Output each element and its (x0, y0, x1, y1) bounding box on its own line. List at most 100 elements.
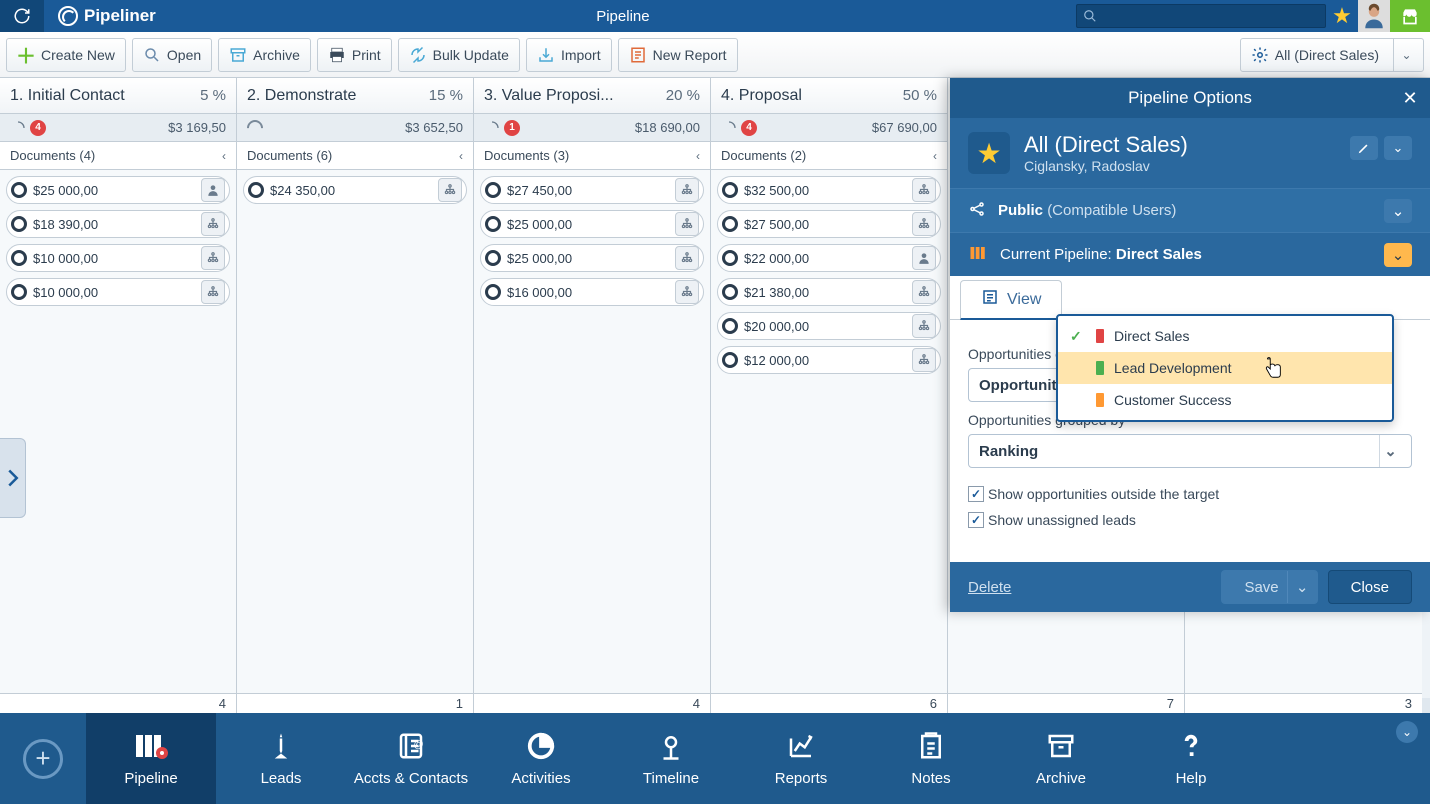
favorite-star-button[interactable]: ★ (1326, 0, 1358, 32)
nav-activities[interactable]: Activities (476, 713, 606, 804)
docs-label: Documents (6) (247, 148, 332, 163)
import-button[interactable]: Import (526, 38, 612, 72)
create-new-button[interactable]: ＋Create New (6, 38, 126, 72)
sync-button[interactable] (0, 0, 44, 32)
column-documents-toggle[interactable]: Documents (4)‹ (0, 142, 236, 170)
expand-nav-button[interactable]: ⌄ (1396, 721, 1418, 743)
app-logo-icon (58, 6, 78, 26)
search-input[interactable] (1097, 9, 1319, 24)
nav-timeline[interactable]: Timeline (606, 713, 736, 804)
opportunity-card[interactable]: $25 000,00 (480, 210, 704, 238)
status-dot-icon (248, 182, 264, 198)
add-button-container: + (0, 713, 86, 804)
opportunity-card[interactable]: $27 500,00 (717, 210, 941, 238)
visibility-dropdown[interactable]: ⌄ (1384, 199, 1412, 223)
pipeline-option[interactable]: ✓Direct Sales (1058, 320, 1392, 352)
column-subheader: 4$67 690,00 (711, 114, 947, 142)
card-amount: $10 000,00 (33, 251, 201, 266)
pipeline-option[interactable]: Lead Development (1058, 352, 1392, 384)
column-documents-toggle[interactable]: Documents (2)‹ (711, 142, 947, 170)
column-subheader: $3 652,50 (237, 114, 473, 142)
opportunity-card[interactable]: $25 000,00 (480, 244, 704, 272)
delete-link[interactable]: Delete (968, 579, 1011, 596)
profile-dropdown-button[interactable]: ⌄ (1384, 136, 1412, 160)
current-pipeline-dropdown[interactable]: ⌄ (1384, 243, 1412, 267)
tab-view[interactable]: View (960, 280, 1062, 320)
opportunity-card[interactable]: $10 000,00 (6, 244, 230, 272)
chevron-left-icon: ‹ (222, 149, 226, 163)
pipeline-column: 2. Demonstrate15 % $3 652,50 Documents (… (237, 78, 474, 713)
opportunity-card[interactable]: $12 000,00 (717, 346, 941, 374)
import-label: Import (561, 47, 601, 63)
edit-button[interactable] (1350, 136, 1378, 160)
card-amount: $32 500,00 (744, 183, 912, 198)
column-header[interactable]: 4. Proposal50 % (711, 78, 947, 114)
chevron-down-icon: ⌄ (1287, 571, 1317, 603)
status-dot-icon (485, 182, 501, 198)
search-box[interactable] (1076, 4, 1326, 28)
card-amount: $25 000,00 (507, 251, 675, 266)
current-pipeline-row[interactable]: Current Pipeline: Direct Sales ⌄ (950, 232, 1430, 276)
user-avatar[interactable] (1358, 0, 1390, 32)
save-button[interactable]: Save⌄ (1221, 570, 1317, 604)
gear-icon (1251, 46, 1269, 64)
add-button[interactable]: + (23, 739, 63, 779)
column-documents-toggle[interactable]: Documents (3)‹ (474, 142, 710, 170)
pipeline-option[interactable]: Customer Success (1058, 384, 1392, 416)
person-icon (201, 178, 225, 202)
column-count: 6 (711, 693, 947, 713)
opportunity-card[interactable]: $18 390,00 (6, 210, 230, 238)
column-header[interactable]: 2. Demonstrate15 % (237, 78, 473, 114)
filter-dropdown[interactable]: All (Direct Sales)⌄ (1240, 38, 1424, 72)
nav-help[interactable]: Help (1126, 713, 1256, 804)
column-header[interactable]: 1. Initial Contact5 % (0, 78, 236, 114)
show-outside-target-checkbox[interactable]: Show opportunities outside the target (968, 486, 1412, 502)
new-report-button[interactable]: New Report (618, 38, 738, 72)
main-toolbar: ＋Create New Open Archive Print Bulk Upda… (0, 32, 1430, 78)
option-label: Customer Success (1114, 392, 1231, 408)
column-documents-toggle[interactable]: Documents (6) ‹ (237, 142, 473, 170)
arc-icon (484, 120, 500, 136)
print-button[interactable]: Print (317, 38, 392, 72)
column-count: 3 (1185, 693, 1422, 713)
print-label: Print (352, 47, 381, 63)
opportunity-card[interactable]: $10 000,00 (6, 278, 230, 306)
chevron-down-icon: ⌄ (1393, 39, 1419, 71)
opportunity-card[interactable]: $27 450,00 (480, 176, 704, 204)
close-panel-button[interactable]: ✕ (1398, 86, 1422, 110)
visibility-row[interactable]: Public (Compatible Users) ⌄ (950, 188, 1430, 232)
expand-sidebar-tab[interactable] (0, 438, 26, 518)
arc-icon (721, 120, 737, 136)
nav-reports[interactable]: Reports (736, 713, 866, 804)
bulk-update-button[interactable]: Bulk Update (398, 38, 520, 72)
view-icon (981, 288, 999, 311)
store-button[interactable] (1390, 0, 1430, 32)
opportunity-card[interactable]: $32 500,00 (717, 176, 941, 204)
card-amount: $22 000,00 (744, 251, 912, 266)
opportunity-card[interactable]: $22 000,00 (717, 244, 941, 272)
opportunity-card[interactable]: $25 000,00 (6, 176, 230, 204)
nav-pipeline[interactable]: Pipeline (86, 713, 216, 804)
nav-archive[interactable]: Archive (996, 713, 1126, 804)
show-unassigned-checkbox[interactable]: Show unassigned leads (968, 512, 1412, 528)
nav-accts-contacts[interactable]: @Accts & Contacts (346, 713, 476, 804)
nav-icon (1046, 730, 1076, 762)
opportunity-card[interactable]: $20 000,00 (717, 312, 941, 340)
nav-notes[interactable]: Notes (866, 713, 996, 804)
opportunity-card[interactable]: $24 350,00 (243, 176, 467, 204)
card-amount: $12 000,00 (744, 353, 912, 368)
checkbox-icon (968, 486, 984, 502)
open-button[interactable]: Open (132, 38, 212, 72)
opportunity-card[interactable]: $21 380,00 (717, 278, 941, 306)
opportunity-card[interactable]: $16 000,00 (480, 278, 704, 306)
close-button[interactable]: Close (1328, 570, 1412, 604)
column-header[interactable]: 3. Value Proposi...20 % (474, 78, 710, 114)
nav-label: Timeline (643, 770, 699, 787)
status-dot-icon (722, 250, 738, 266)
person-icon (912, 246, 936, 270)
nav-leads[interactable]: Leads (216, 713, 346, 804)
chevron-left-icon: ‹ (459, 149, 463, 163)
grouped-by-select[interactable]: Ranking⌄ (968, 434, 1412, 468)
card-amount: $25 000,00 (507, 217, 675, 232)
archive-button[interactable]: Archive (218, 38, 311, 72)
